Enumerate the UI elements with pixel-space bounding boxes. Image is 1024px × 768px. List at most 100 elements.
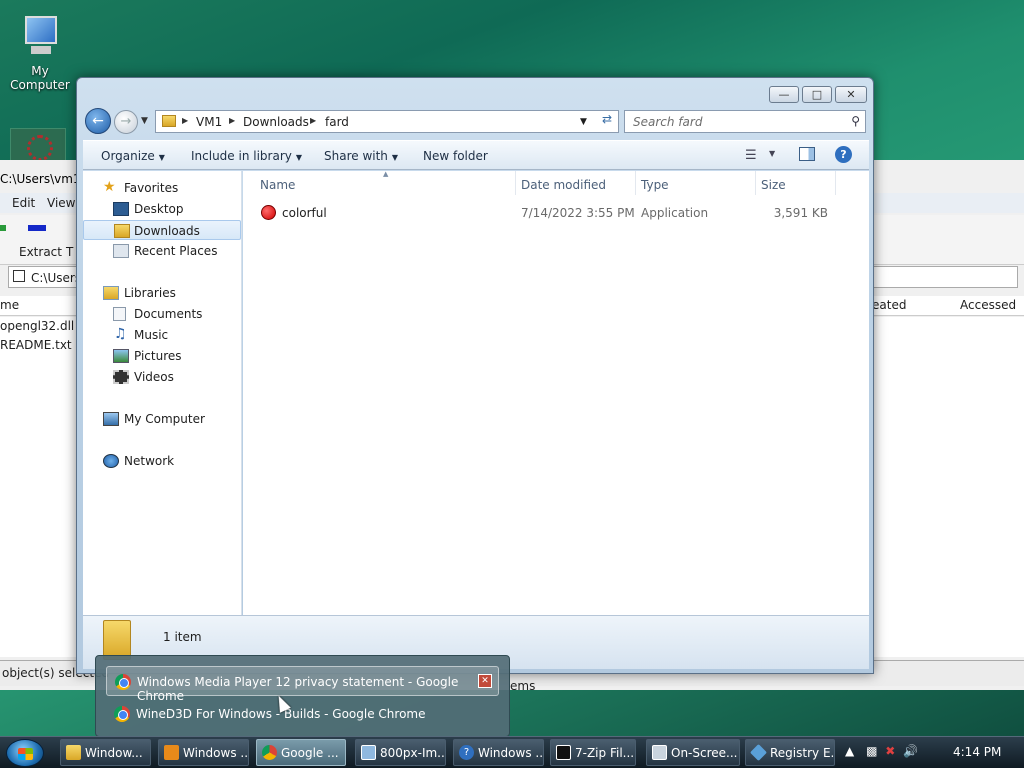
pictures-icon	[113, 349, 129, 363]
help-icon[interactable]: ?	[835, 146, 852, 163]
minimize-button[interactable]: —	[769, 86, 799, 103]
column-divider[interactable]	[635, 171, 636, 195]
close-button[interactable]: ✕	[835, 86, 867, 103]
back-arrow-icon: ←	[92, 113, 104, 129]
nav-recent-places[interactable]: Recent Places	[83, 241, 241, 261]
bg-col-created[interactable]: eated	[872, 298, 906, 312]
file-row[interactable]: colorful 7/14/2022 3:55 PM Application 3…	[243, 199, 869, 221]
taskbar-explorer[interactable]: Window...	[60, 739, 151, 766]
bg-col-accessed[interactable]: Accessed	[960, 298, 1016, 312]
breadcrumb-downloads[interactable]: Downloads	[243, 115, 309, 129]
bg-menu-edit[interactable]: Edit	[12, 196, 35, 210]
navigation-pane: ★ Favorites Desktop Downloads Recent Pla…	[83, 171, 242, 615]
explorer-window: — □ ✕ ← → ▼ ▶ VM1 ▶ Downloads ▶ fard ▼ ⇄…	[76, 77, 874, 674]
bg-test-button[interactable]: T	[66, 245, 73, 259]
taskbar-media-player[interactable]: Windows ...	[158, 739, 249, 766]
sort-up-icon: ▲	[383, 170, 389, 178]
bg-window-title: C:\Users\vm1\	[0, 172, 85, 186]
file-list: ▲ Name Date modified Type Size colorful …	[243, 170, 869, 615]
organize-button[interactable]: Organize ▼	[101, 149, 165, 163]
include-in-library-button[interactable]: Include in library ▼	[191, 149, 302, 163]
new-folder-button[interactable]: New folder	[423, 149, 488, 163]
popup-item-wmp-privacy[interactable]: Windows Media Player 12 privacy statemen…	[106, 666, 499, 703]
volume-icon[interactable]: 🔊	[903, 744, 918, 758]
popup-item-wined3d[interactable]: WineD3D For Windows - Builds - Google Ch…	[106, 699, 499, 729]
breadcrumb-chevron-icon: ▶	[229, 116, 236, 125]
nav-downloads[interactable]: Downloads	[83, 220, 241, 240]
taskbar-help[interactable]: ? Windows ...	[453, 739, 544, 766]
nav-libraries[interactable]: Libraries	[83, 283, 241, 303]
file-date: 7/14/2022 3:55 PM	[521, 206, 635, 220]
forward-button[interactable]: →	[114, 110, 138, 134]
image-icon	[361, 745, 376, 760]
nav-pictures[interactable]: Pictures	[83, 346, 241, 366]
column-header-name[interactable]: Name	[260, 178, 295, 192]
clock[interactable]: 4:14 PM	[953, 745, 1001, 759]
column-header-size[interactable]: Size	[761, 178, 786, 192]
back-button[interactable]: ←	[85, 108, 111, 134]
nav-documents[interactable]: Documents	[83, 304, 241, 324]
column-divider[interactable]	[755, 171, 756, 195]
file-name: colorful	[282, 206, 327, 220]
nav-desktop[interactable]: Desktop	[83, 199, 241, 219]
column-header-type[interactable]: Type	[641, 178, 669, 192]
nav-my-computer[interactable]: My Computer	[83, 409, 241, 429]
registry-icon	[750, 744, 767, 761]
media-player-icon	[164, 745, 179, 760]
bg-file-row[interactable]: opengl32.dll	[0, 319, 74, 333]
share-with-button[interactable]: Share with ▼	[324, 149, 398, 163]
bg-file-row[interactable]: README.txt	[0, 338, 72, 352]
refresh-button[interactable]: ⇄	[597, 112, 617, 131]
desktop-icon-my-computer[interactable]: My Computer	[0, 14, 80, 92]
keyboard-icon	[652, 745, 667, 760]
address-bar[interactable]: ▶ VM1 ▶ Downloads ▶ fard ▼	[155, 110, 619, 133]
close-icon[interactable]: ✕	[478, 674, 492, 688]
column-header-date[interactable]: Date modified	[521, 178, 606, 192]
taskbar-7zip[interactable]: 7-Zip Fil...	[550, 739, 636, 766]
7zip-icon	[556, 745, 571, 760]
bg-col-name[interactable]: me	[0, 298, 19, 312]
show-hidden-icons-icon[interactable]: ▲	[845, 744, 854, 758]
search-input[interactable]: Search fard ⚲	[624, 110, 866, 133]
file-size: 3,591 KB	[773, 206, 828, 220]
breadcrumb-chevron-icon: ▶	[310, 116, 317, 125]
computer-icon	[103, 412, 119, 426]
network-icon	[103, 454, 119, 468]
bg-extract-button[interactable]: Extract	[19, 245, 62, 259]
star-icon: ★	[103, 179, 116, 195]
nav-music[interactable]: ♫ Music	[83, 325, 241, 345]
taskbar-image-viewer[interactable]: 800px-Im...	[355, 739, 446, 766]
network-icon[interactable]: ▩	[866, 744, 877, 758]
breadcrumb-vm1[interactable]: VM1	[196, 115, 222, 129]
address-dropdown-icon[interactable]: ▼	[580, 117, 587, 127]
search-icon[interactable]: ⚲	[851, 114, 860, 128]
help-icon: ?	[459, 745, 474, 760]
maximize-button[interactable]: □	[802, 86, 832, 103]
recent-pages-dropdown[interactable]: ▼	[141, 116, 148, 126]
column-divider[interactable]	[515, 171, 516, 195]
folder-icon	[66, 745, 81, 760]
views-icon[interactable]: ☰	[745, 148, 757, 163]
column-divider[interactable]	[835, 171, 836, 195]
bg-menu-view[interactable]: View	[47, 196, 75, 210]
start-button[interactable]	[6, 739, 44, 767]
forward-arrow-icon: →	[120, 114, 132, 129]
chrome-icon	[114, 706, 130, 722]
taskbar-on-screen-keyboard[interactable]: On-Scree...	[646, 739, 740, 766]
extract-icon	[28, 225, 46, 231]
nav-network[interactable]: Network	[83, 451, 241, 471]
views-dropdown-icon[interactable]: ▼	[769, 149, 775, 158]
taskbar-registry-editor[interactable]: Registry E...	[745, 739, 835, 766]
windows-logo-icon	[18, 748, 33, 760]
refresh-icon: ⇄	[601, 112, 613, 126]
action-center-icon[interactable]: ✖	[885, 744, 895, 758]
nav-favorites[interactable]: ★ Favorites	[83, 178, 241, 198]
music-icon: ♫	[114, 326, 127, 342]
preview-pane-icon[interactable]	[799, 147, 815, 161]
large-folder-icon	[103, 620, 131, 660]
breadcrumb-fard[interactable]: fard	[325, 115, 349, 129]
add-icon	[0, 225, 6, 231]
nav-videos[interactable]: Videos	[83, 367, 241, 387]
recent-places-icon	[113, 244, 129, 258]
taskbar-chrome[interactable]: Google ...	[256, 739, 346, 766]
